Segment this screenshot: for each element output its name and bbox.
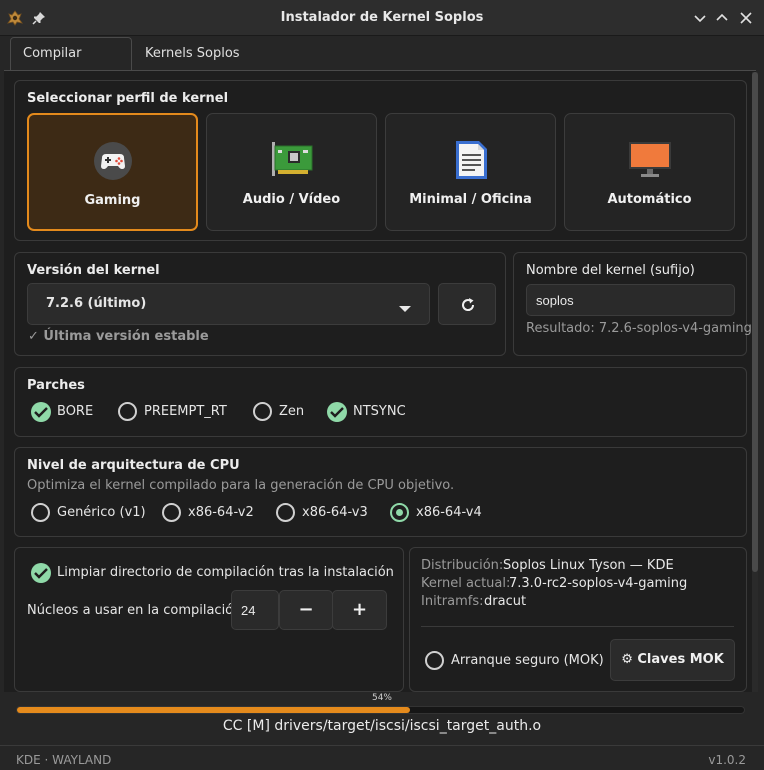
cleanup-checkbox[interactable] (31, 563, 51, 583)
divider (421, 626, 734, 627)
initramfs-key: Initramfs: (421, 594, 484, 609)
profile-gaming[interactable]: Gaming (27, 113, 198, 231)
increase-cores-button[interactable]: + (332, 590, 387, 630)
session-info: KDE · WAYLAND (16, 753, 112, 767)
cpu-arch-generic-radio[interactable] (31, 503, 50, 522)
refresh-versions-button[interactable] (438, 283, 496, 325)
distribution-key: Distribución: (421, 558, 504, 573)
cpu-arch-generic-label: Genérico (v1) (57, 505, 146, 520)
cpu-arch-description: Optimiza el kernel compilado para la gen… (27, 478, 455, 493)
initramfs-value: dracut (484, 594, 527, 609)
tab-compile-kernel[interactable]: Compilar kernel (10, 37, 132, 93)
version-section-title: Versión del kernel (27, 263, 160, 278)
patch-bore-label: BORE (57, 404, 94, 419)
profile-automatic-label: Automático (607, 192, 692, 207)
progress-fill (17, 707, 410, 713)
kernel-version-select[interactable]: 7.2.6 (último) (27, 283, 430, 325)
cpu-arch-v3-label: x86-64-v3 (302, 505, 368, 520)
profile-audio-video-label: Audio / Vídeo (242, 192, 341, 207)
close-icon[interactable] (736, 8, 756, 28)
document-icon (455, 141, 487, 179)
app-version: v1.0.2 (708, 753, 746, 767)
profile-minimal-office-label: Minimal / Oficina (409, 192, 532, 207)
title-bar: Instalador de Kernel Soplos (0, 0, 764, 36)
cpu-arch-v4-radio[interactable] (390, 503, 409, 522)
minimize-icon[interactable] (690, 8, 710, 28)
patch-preempt-rt-label: PREEMPT_RT (144, 404, 227, 419)
cpu-arch-title: Nivel de arquitectura de CPU (27, 458, 240, 473)
progress-percent: 54% (371, 693, 392, 703)
refresh-icon (462, 298, 475, 311)
kernel-suffix-input[interactable] (526, 284, 735, 316)
patch-ntsync-label: NTSYNC (353, 404, 406, 419)
distribution-value: Soplos Linux Tyson — KDE (503, 558, 674, 573)
patch-zen-checkbox[interactable] (253, 402, 272, 421)
pci-card-icon (271, 142, 312, 176)
scrollbar-thumb[interactable] (752, 72, 758, 572)
tab-soplos-kernels[interactable]: Kernels Soplos (133, 38, 252, 70)
build-status-text: CC [M] drivers/target/iscsi/iscsi_target… (222, 718, 542, 734)
profile-audio-video[interactable]: Audio / Vídeo (206, 113, 377, 231)
cores-input[interactable] (231, 590, 279, 630)
patch-bore-checkbox[interactable] (31, 402, 51, 422)
window-title: Instalador de Kernel Soplos (280, 10, 484, 25)
cpu-arch-v2-radio[interactable] (162, 503, 181, 522)
patch-zen-label: Zen (279, 404, 305, 419)
footer-divider (0, 745, 764, 746)
app-window: Instalador de Kernel Soplos Compilar ker… (0, 0, 764, 770)
cpu-arch-v2-label: x86-64-v2 (188, 505, 254, 520)
kernel-version-value: 7.2.6 (último) (46, 296, 147, 311)
current-kernel-value: 7.3.0-rc2-soplos-v4-gaming (509, 576, 688, 591)
cores-label: Núcleos a usar en la compilación: (27, 603, 246, 618)
profile-automatic[interactable]: Automático (564, 113, 735, 231)
scrollbar[interactable] (752, 72, 758, 692)
maximize-icon[interactable] (712, 8, 732, 28)
mok-keys-button[interactable]: ⚙ Claves MOK (610, 639, 735, 681)
patches-title: Parches (27, 378, 85, 393)
cpu-arch-v4-label: x86-64-v4 (416, 505, 482, 520)
secure-boot-checkbox[interactable] (425, 651, 444, 670)
cpu-arch-v3-radio[interactable] (276, 503, 295, 522)
gamepad-icon (93, 142, 132, 180)
kernel-name-title: Nombre del kernel (sufijo) (526, 263, 695, 278)
patch-preempt-rt-checkbox[interactable] (118, 402, 137, 421)
decrease-cores-button[interactable]: − (279, 590, 333, 630)
profile-minimal-office[interactable]: Minimal / Oficina (385, 113, 556, 231)
stable-version-note: ✓ Última versión estable (28, 329, 209, 344)
profile-gaming-label: Gaming (84, 193, 141, 208)
kernel-name-result: Resultado: 7.2.6-soplos-v4-gaming (526, 321, 752, 336)
progress-bar (16, 706, 745, 714)
monitor-icon (628, 142, 671, 177)
profile-section-title: Seleccionar perfil de kernel (27, 91, 229, 106)
secure-boot-label: Arranque seguro (MOK) (451, 653, 604, 668)
current-kernel-key: Kernel actual: (421, 576, 511, 591)
chevron-down-icon (399, 302, 411, 317)
patch-ntsync-checkbox[interactable] (327, 402, 347, 422)
cleanup-label: Limpiar directorio de compilación tras l… (57, 565, 394, 580)
